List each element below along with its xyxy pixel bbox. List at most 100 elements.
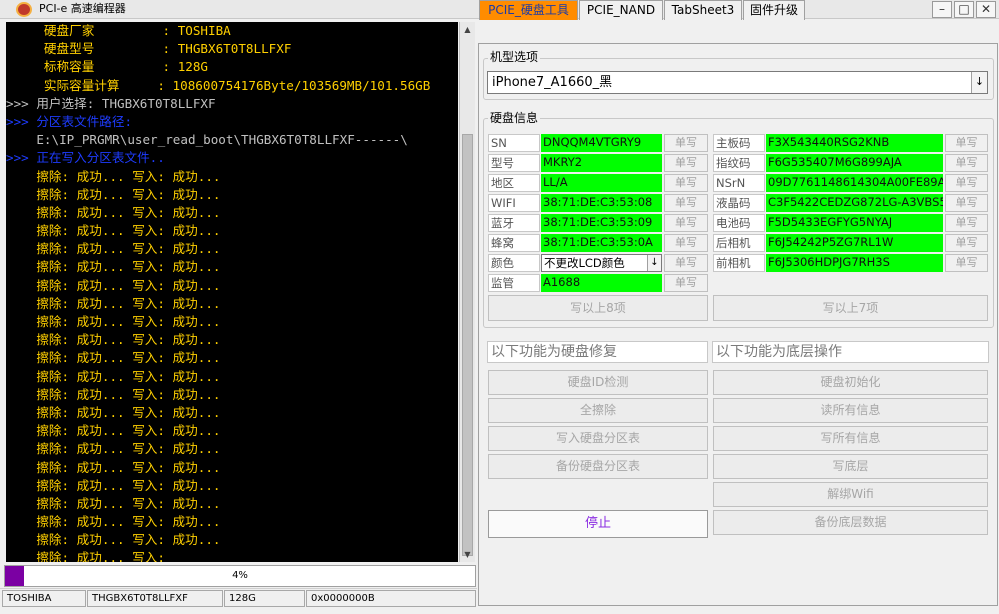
disk-info-title: 硬盘信息 — [488, 111, 541, 125]
field-label: 液晶码 — [713, 194, 765, 212]
write-right-all-button[interactable]: 写以上7项 — [713, 295, 988, 321]
disk-init-button[interactable]: 硬盘初始化 — [713, 370, 988, 395]
console-line: 标称容量 : 128G — [6, 59, 209, 75]
close-button[interactable]: ✕ — [976, 1, 996, 18]
low-level-heading: 以下功能为底层操作 — [712, 341, 989, 363]
field-label: 前相机 — [713, 254, 765, 272]
field-label: 电池码 — [713, 214, 765, 232]
disk-id-check-button[interactable]: 硬盘ID检测 — [488, 370, 708, 395]
single-write-button[interactable]: 单写 — [664, 234, 708, 252]
single-write-button[interactable]: 单写 — [664, 134, 708, 152]
field-label: 后相机 — [713, 234, 765, 252]
console-line: 擦除: 成功... 写入: 成功... — [6, 204, 221, 220]
single-write-button[interactable]: 单写 — [945, 214, 988, 232]
field-value[interactable]: F5D5433EGFYG5NYAJ — [766, 214, 943, 232]
console-line: 擦除: 成功... 写入: — [6, 550, 165, 562]
status-capacity: 128G — [224, 590, 305, 607]
status-code: 0x0000000B — [306, 590, 476, 607]
field-label: 型号 — [488, 154, 540, 172]
field-value[interactable]: LL/A — [541, 174, 662, 192]
single-write-button[interactable]: 单写 — [945, 154, 988, 172]
field-label: NSrN — [713, 174, 765, 192]
console-scrollbar[interactable]: ▲ ▼ — [459, 22, 475, 562]
field-label: 蓝牙 — [488, 214, 540, 232]
single-write-button[interactable]: 单写 — [664, 194, 708, 212]
console-line: 实际容量计算 : 108600754176Byte/103569MB/101.5… — [6, 77, 431, 93]
single-write-button[interactable]: 单写 — [945, 234, 988, 252]
color-select[interactable]: 不更改LCD颜色 ↓ — [541, 254, 662, 272]
console-line: 硬盘型号 : THGBX6T0T8LLFXF — [6, 41, 292, 57]
single-write-button[interactable]: 单写 — [664, 174, 708, 192]
field-value[interactable]: MKRY2 — [541, 154, 662, 172]
single-write-button[interactable]: 单写 — [945, 134, 988, 152]
stop-button[interactable]: 停止 — [488, 510, 708, 538]
scroll-down-icon[interactable]: ▼ — [461, 548, 474, 561]
console-line: 擦除: 成功... 写入: 成功... — [6, 350, 221, 366]
single-write-button[interactable]: 单写 — [664, 274, 708, 292]
scroll-up-icon[interactable]: ▲ — [461, 23, 474, 36]
field-label: 监管 — [488, 274, 540, 292]
progress-bar: 4% — [4, 565, 476, 587]
field-value[interactable]: 38:71:DE:C3:53:0A — [541, 234, 662, 252]
field-value[interactable]: F3X543440RSG2KNB — [766, 134, 943, 152]
backup-partition-table-button[interactable]: 备份硬盘分区表 — [488, 454, 708, 479]
console-line: 擦除: 成功... 写入: 成功... — [6, 404, 221, 420]
console-line: 擦除: 成功... 写入: 成功... — [6, 423, 221, 439]
field-value[interactable]: F6G535407M6G899AJA — [766, 154, 943, 172]
console-line: E:\IP_PRGMR\user_read_boot\THGBX6T0T8LLF… — [6, 132, 408, 148]
single-write-button[interactable]: 单写 — [664, 154, 708, 172]
field-label: WIFI — [488, 194, 540, 212]
write-low-level-button[interactable]: 写底层 — [713, 454, 988, 479]
color-select-value: 不更改LCD颜色 — [544, 256, 625, 270]
status-bar: TOSHIBA THGBX6T0T8LLFXF 128G 0x0000000B — [0, 588, 477, 607]
app-icon — [16, 2, 32, 17]
console-line: 擦除: 成功... 写入: 成功... — [6, 295, 221, 311]
console-line: >>> 正在写入分区表文件.. — [6, 150, 165, 166]
field-value[interactable]: C3F5422CEDZG872LG-A3VBS5 — [766, 194, 943, 212]
full-erase-button[interactable]: 全擦除 — [488, 398, 708, 423]
field-value[interactable]: 38:71:DE:C3:53:09 — [541, 214, 662, 232]
console-line: 擦除: 成功... 写入: 成功... — [6, 477, 221, 493]
scrollbar-thumb[interactable] — [462, 134, 473, 556]
read-all-info-button[interactable]: 读所有信息 — [713, 398, 988, 423]
write-partition-table-button[interactable]: 写入硬盘分区表 — [488, 426, 708, 451]
tab-pcie-nand[interactable]: PCIE_NAND — [579, 0, 663, 20]
disk-repair-heading: 以下功能为硬盘修复 — [487, 341, 708, 363]
model-select[interactable]: iPhone7_A1660_黑 ↓ — [487, 71, 988, 94]
minimize-button[interactable]: – — [932, 1, 952, 18]
single-write-button[interactable]: 单写 — [664, 214, 708, 232]
field-value[interactable]: A1688 — [541, 274, 662, 292]
status-vendor: TOSHIBA — [2, 590, 86, 607]
single-write-button[interactable]: 单写 — [945, 254, 988, 272]
dropdown-arrow-icon[interactable]: ↓ — [971, 72, 987, 93]
console-line: 擦除: 成功... 写入: 成功... — [6, 386, 221, 402]
field-value[interactable]: 09D7761148614304A00FE89A — [766, 174, 943, 192]
console-line: 擦除: 成功... 写入: 成功... — [6, 441, 221, 457]
maximize-button[interactable]: □ — [954, 1, 974, 18]
model-group-title: 机型选项 — [488, 50, 541, 64]
dropdown-arrow-icon[interactable]: ↓ — [647, 255, 661, 271]
single-write-button[interactable]: 单写 — [664, 254, 708, 272]
write-all-info-button[interactable]: 写所有信息 — [713, 426, 988, 451]
field-value[interactable]: F6J54242P5ZG7RL1W — [766, 234, 943, 252]
field-value[interactable]: F6J5306HDPJG7RH3S — [766, 254, 943, 272]
tab-sheet3[interactable]: TabSheet3 — [664, 0, 742, 20]
write-left-all-button[interactable]: 写以上8项 — [488, 295, 708, 321]
console-line: 擦除: 成功... 写入: 成功... — [6, 241, 221, 257]
log-console[interactable]: 硬盘厂家 : TOSHIBA 硬盘型号 : THGBX6T0T8LLFXF 标称… — [6, 22, 458, 562]
field-label: 指纹码 — [713, 154, 765, 172]
console-line: 擦除: 成功... 写入: 成功... — [6, 223, 221, 239]
single-write-button[interactable]: 单写 — [945, 194, 988, 212]
tab-pcie-disk-tool[interactable]: PCIE_硬盘工具 — [479, 0, 578, 20]
console-line: >>> 用户选择: THGBX6T0T8LLFXF — [6, 95, 216, 111]
field-value[interactable]: 38:71:DE:C3:53:08 — [541, 194, 662, 212]
tab-firmware-upgrade[interactable]: 固件升级 — [743, 0, 805, 20]
backup-low-level-button[interactable]: 备份底层数据 — [713, 510, 988, 535]
field-label: 地区 — [488, 174, 540, 192]
field-value[interactable]: DNQQM4VTGRY9 — [541, 134, 662, 152]
single-write-button[interactable]: 单写 — [945, 174, 988, 192]
progress-label: 4% — [232, 570, 248, 581]
unbind-wifi-button[interactable]: 解绑Wifi — [713, 482, 988, 507]
status-model: THGBX6T0T8LLFXF — [87, 590, 223, 607]
console-line: 擦除: 成功... 写入: 成功... — [6, 259, 221, 275]
